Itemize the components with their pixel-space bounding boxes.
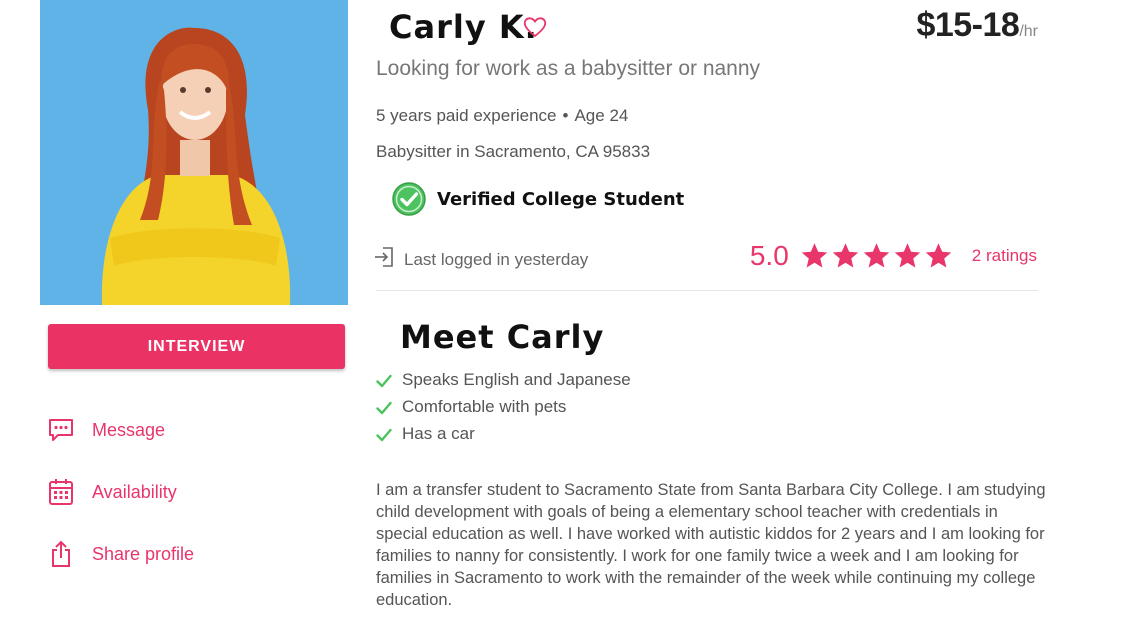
section-heading: Meet Carly bbox=[400, 318, 605, 356]
separator-dot: • bbox=[562, 106, 569, 125]
profile-photo-illustration bbox=[40, 0, 348, 305]
share-profile-action[interactable]: Share profile bbox=[47, 540, 194, 568]
verified-label: Verified College Student bbox=[437, 188, 685, 210]
rate-unit: /hr bbox=[1019, 23, 1038, 40]
star-icon bbox=[861, 241, 892, 271]
message-label: Message bbox=[92, 419, 166, 440]
trait-label: Speaks English and Japanese bbox=[402, 369, 631, 389]
profile-name: Carly K. bbox=[389, 8, 538, 46]
calendar-icon bbox=[47, 478, 75, 506]
location-text: Babysitter in Sacramento, CA 95833 bbox=[376, 142, 651, 161]
trait-label: Comfortable with pets bbox=[402, 396, 567, 416]
message-action[interactable]: Message bbox=[47, 416, 165, 444]
last-login: Last logged in yesterday bbox=[374, 246, 588, 273]
bio-text: I am a transfer student to Sacramento St… bbox=[376, 481, 1046, 609]
star-icon bbox=[892, 241, 923, 271]
share-icon bbox=[47, 540, 75, 568]
chat-bubble-icon bbox=[47, 416, 75, 444]
sign-in-icon bbox=[374, 246, 394, 273]
last-login-text: Last logged in yesterday bbox=[404, 249, 589, 269]
rating-score: 5.0 bbox=[749, 240, 789, 271]
traits-list: Speaks English and Japanese Comfortable w… bbox=[376, 366, 631, 447]
profile-photo bbox=[40, 0, 348, 305]
checkmark-icon bbox=[376, 400, 392, 414]
star-icon bbox=[830, 241, 861, 271]
experience-text: 5 years paid experience bbox=[376, 106, 557, 125]
share-profile-label: Share profile bbox=[92, 543, 195, 564]
availability-action[interactable]: Availability bbox=[47, 478, 177, 506]
age-text: Age 24 bbox=[574, 106, 629, 125]
ratings-link[interactable]: 2 ratings bbox=[972, 246, 1037, 266]
verified-badge: Verified College Student bbox=[392, 182, 684, 216]
star-icon bbox=[799, 241, 830, 271]
trait-item: Comfortable with pets bbox=[376, 393, 631, 420]
trait-item: Speaks English and Japanese bbox=[376, 366, 631, 393]
heart-outline-icon[interactable] bbox=[522, 15, 548, 39]
check-circle-icon bbox=[392, 182, 426, 216]
rating-summary: 5.0 2 ratings bbox=[750, 240, 1037, 272]
trait-label: Has a car bbox=[402, 423, 475, 443]
rate-amount: $15-18 bbox=[916, 6, 1020, 44]
checkmark-icon bbox=[376, 427, 392, 441]
interview-button[interactable]: INTERVIEW bbox=[48, 324, 345, 369]
checkmark-icon bbox=[376, 373, 392, 387]
trait-item: Has a car bbox=[376, 420, 631, 447]
section-divider bbox=[376, 290, 1038, 291]
star-icon bbox=[923, 241, 954, 271]
hourly-rate: $15-18/hr bbox=[916, 6, 1038, 45]
rating-stars bbox=[799, 241, 954, 271]
profile-tagline: Looking for work as a babysitter or nann… bbox=[376, 57, 761, 80]
experience-line: 5 years paid experience • Age 24 bbox=[376, 106, 628, 126]
availability-label: Availability bbox=[92, 481, 177, 502]
